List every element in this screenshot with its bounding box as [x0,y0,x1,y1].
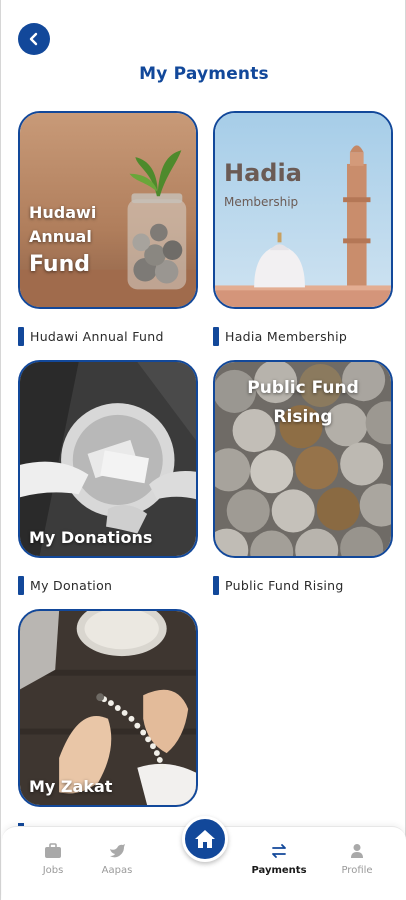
caption-hadia-membership[interactable]: Hadia Membership [213,326,347,346]
caption-label: My Donation [30,577,113,593]
card-my-donations[interactable]: My Donations [18,360,198,558]
nav-item-jobs[interactable]: Jobs [18,843,88,876]
page-title: My Payments [139,64,269,84]
card-text-line: Annual [29,227,92,246]
caption-marker [213,326,219,346]
caption-my-donation[interactable]: My Donation [18,575,112,595]
card-text-line: Fund [29,252,91,277]
card-public-fund-rising[interactable]: Public Fund Rising [213,360,393,558]
briefcase-icon [45,843,61,858]
nav-label-payments: Payments [251,865,307,876]
caption-label: Hudawi Annual Fund [30,328,164,344]
bird-icon [110,844,125,858]
card-hudawi-annual-fund[interactable]: Hudawi Annual Fund [18,111,198,309]
person-icon [351,844,363,858]
caption-label: Public Fund Rising [225,577,344,593]
card-text-my-donations: My Donations [29,528,153,547]
caption-hudawi-annual-fund[interactable]: Hudawi Annual Fund [18,326,164,346]
caption-public-fund-rising[interactable]: Public Fund Rising [213,575,344,595]
card-text-hudawi: Hudawi Annual Fund [29,201,96,281]
home-button[interactable] [182,816,228,862]
caption-marker [18,326,24,346]
card-text-my-zakat: My Zakat [29,777,113,796]
prayer-beads-image [20,611,196,805]
nav-label-profile: Profile [341,865,373,876]
card-text-line: Rising [273,407,333,427]
nav-item-aapas[interactable]: Aapas [82,843,152,876]
nav-label-aapas: Aapas [101,865,133,876]
caption-marker [213,575,219,595]
home-icon [195,830,215,848]
back-button[interactable] [18,23,50,55]
card-text-hadia-title: Hadia [224,159,302,187]
donation-plate-image [20,362,196,556]
card-hadia-membership[interactable]: Hadia Membership [213,111,393,309]
caption-marker [18,575,24,595]
nav-item-payments[interactable]: Payments [244,843,314,876]
transfer-arrows-icon [272,844,286,858]
card-text-hadia-subtitle: Membership [224,195,299,209]
card-my-zakat[interactable]: My Zakat [18,609,198,807]
chevron-left-icon [29,32,38,46]
card-text-line: Hudawi [29,203,97,222]
screen: My Payments Hudawi Annual Fund Hadia Mem… [0,0,406,900]
caption-label: Hadia Membership [225,328,348,344]
card-text-public-fund: Public Fund Rising [215,374,391,432]
mosque-image [215,113,391,307]
card-text-line: Public Fund [247,378,359,398]
nav-label-jobs: Jobs [42,865,64,876]
nav-item-profile[interactable]: Profile [322,843,392,876]
